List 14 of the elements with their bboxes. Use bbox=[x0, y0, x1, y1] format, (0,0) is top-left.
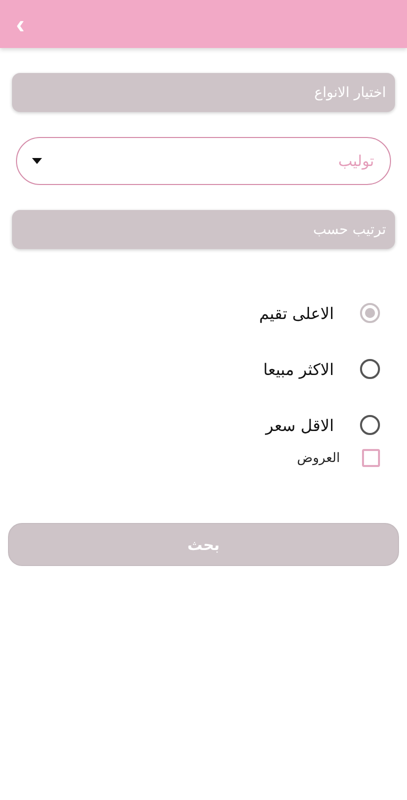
caret-icon bbox=[32, 158, 42, 164]
section-title: اختيار الانواع bbox=[12, 73, 395, 112]
type-dropdown[interactable]: توليب bbox=[16, 137, 391, 185]
checkbox-label: العروض bbox=[296, 450, 340, 466]
back-button[interactable]: ‹ bbox=[12, 11, 29, 37]
search-button[interactable]: بحث bbox=[8, 523, 399, 566]
section-title: ترتيب حسب bbox=[12, 210, 395, 249]
radio-button[interactable] bbox=[360, 303, 380, 323]
radio-label: الاكثر مبيعا bbox=[263, 360, 334, 378]
radio-label: الاعلى تقيم bbox=[259, 304, 334, 322]
radio-label: الاقل سعر bbox=[266, 416, 334, 434]
checkbox[interactable] bbox=[362, 449, 380, 467]
radio-button[interactable] bbox=[360, 359, 380, 379]
radio-button[interactable] bbox=[360, 415, 380, 435]
